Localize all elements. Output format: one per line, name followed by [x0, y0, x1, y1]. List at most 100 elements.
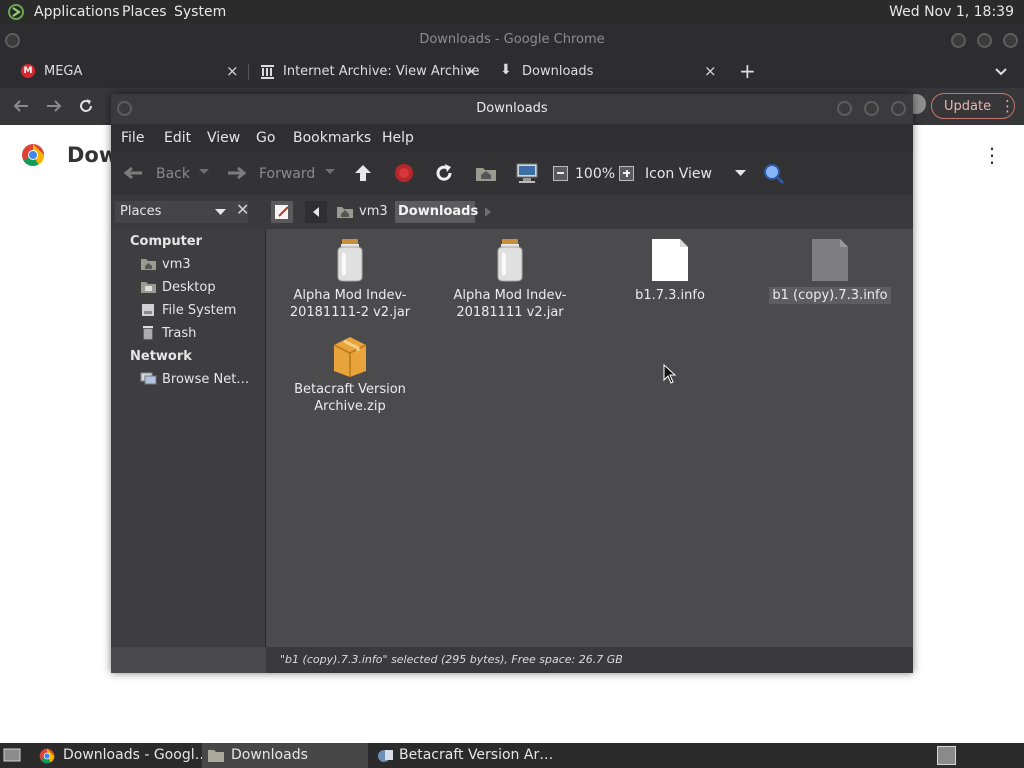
sidebar-header-computer: Computer: [130, 234, 203, 249]
page-menu-button[interactable]: ⋮: [982, 143, 1002, 167]
menu-bookmarks[interactable]: Bookmarks: [293, 130, 371, 146]
taskbar-item-label: Downloads: [231, 747, 308, 763]
tab-label: Downloads: [522, 64, 594, 79]
zoom-in-icon[interactable]: [619, 166, 634, 181]
breadcrumb-left-button[interactable]: [305, 201, 327, 223]
stop-icon[interactable]: [394, 163, 414, 183]
chevron-down-icon: [215, 209, 226, 216]
close-icon[interactable]: ×: [226, 62, 239, 80]
sidebar-item-label: File System: [162, 303, 237, 318]
file-name-line2: Archive.zip: [314, 399, 386, 414]
file-name: b1 (copy).7.3.info: [769, 287, 891, 304]
sidebar-item-vm3[interactable]: vm3: [111, 255, 265, 275]
applications-menu[interactable]: Applications: [34, 4, 120, 20]
breadcrumb-label: vm3: [359, 204, 388, 219]
sidebar-item-trash[interactable]: Trash: [111, 324, 265, 344]
edit-location-button[interactable]: [271, 201, 293, 223]
distro-logo-icon[interactable]: [6, 3, 26, 21]
file-item-info[interactable]: b1.7.3.info: [590, 237, 750, 304]
sidebar-places-select[interactable]: Places: [115, 201, 248, 223]
places-menu[interactable]: Places: [122, 4, 167, 20]
minimize-button[interactable]: [951, 33, 966, 48]
sidebar-item-desktop[interactable]: Desktop: [111, 278, 265, 298]
update-button[interactable]: Update ⋮: [931, 93, 1015, 119]
sidebar: Computer vm3 Desktop File System Trash N…: [111, 229, 266, 647]
tab-label: Internet Archive: View Archive: [283, 64, 480, 79]
search-icon[interactable]: [762, 162, 786, 186]
jar-file-icon: [330, 237, 370, 283]
file-name-line1: Alpha Mod Indev-: [293, 288, 407, 303]
file-manager-window: Downloads File Edit View Go Bookmarks He…: [111, 94, 913, 673]
breadcrumb-vm3[interactable]: vm3: [330, 201, 392, 223]
breadcrumb-downloads[interactable]: Downloads: [395, 201, 478, 223]
clock[interactable]: Wed Nov 1, 18:39: [889, 4, 1014, 20]
tab-downloads[interactable]: ⬇ Downloads ×: [490, 56, 722, 88]
top-panel: Applications Places System Wed Nov 1, 18…: [0, 0, 1024, 24]
taskbar-item-chrome[interactable]: Downloads - Googl…: [33, 743, 209, 768]
archive-manager-icon: [376, 747, 394, 764]
file-item-jar[interactable]: Alpha Mod Indev- 20181111 v2.jar: [430, 237, 590, 321]
sidebar-item-label: Trash: [162, 326, 197, 341]
menu-view[interactable]: View: [207, 130, 240, 146]
menu-go[interactable]: Go: [256, 130, 275, 146]
forward-button[interactable]: Forward: [259, 166, 315, 182]
file-view: Alpha Mod Indev- 20181111-2 v2.jar Alpha…: [266, 229, 913, 647]
maximize-button[interactable]: [977, 33, 992, 48]
workspace-switcher[interactable]: [937, 746, 956, 765]
menu-file[interactable]: File: [121, 130, 144, 146]
back-arrow-icon[interactable]: [122, 164, 144, 182]
taskbar-item-downloads-folder[interactable]: Downloads: [202, 743, 368, 768]
file-item-jar[interactable]: Alpha Mod Indev- 20181111-2 v2.jar: [270, 237, 430, 321]
menu-help[interactable]: Help: [382, 130, 414, 146]
sidebar-item-browse-network[interactable]: Browse Net…: [111, 370, 265, 390]
sidebar-item-file-system[interactable]: File System: [111, 301, 265, 321]
view-mode-select[interactable]: Icon View: [645, 166, 712, 182]
update-label: Update: [944, 99, 992, 114]
back-dropdown-icon[interactable]: [199, 168, 209, 176]
close-sidebar-button[interactable]: ✕: [236, 200, 249, 219]
taskbar-item-label: Betacraft Version Ar…: [399, 747, 554, 763]
breadcrumb-right-button[interactable]: [481, 201, 495, 223]
file-item-info-selected[interactable]: b1 (copy).7.3.info: [750, 237, 910, 304]
computer-icon[interactable]: [515, 162, 539, 184]
download-icon: ⬇: [500, 62, 512, 78]
archive-box-icon: [330, 331, 370, 377]
minimize-button[interactable]: [837, 101, 852, 116]
taskbar-item-label: Downloads - Googl…: [63, 747, 209, 763]
close-icon[interactable]: ×: [704, 62, 717, 80]
tab-search-icon[interactable]: [994, 64, 1008, 78]
reload-icon[interactable]: [434, 163, 454, 183]
file-name-line2: 20181111-2 v2.jar: [289, 305, 411, 320]
forward-arrow-icon[interactable]: [226, 164, 248, 182]
chrome-titlebar[interactable]: Downloads - Google Chrome: [0, 24, 1024, 56]
text-file-icon: [650, 237, 690, 283]
taskbar: Downloads - Googl… Downloads Betacraft V…: [0, 743, 1024, 768]
show-desktop-icon[interactable]: [3, 747, 21, 763]
view-mode-dropdown-icon[interactable]: [735, 170, 746, 177]
menu-edit[interactable]: Edit: [164, 130, 191, 146]
menu-bar: File Edit View Go Bookmarks Help: [111, 124, 913, 152]
close-window-button[interactable]: [1003, 33, 1018, 48]
taskbar-item-betacraft[interactable]: Betacraft Version Ar…: [372, 743, 553, 768]
tab-mega[interactable]: M MEGA ×: [10, 56, 245, 88]
home-folder-icon[interactable]: [475, 164, 497, 182]
reload-icon[interactable]: [77, 97, 95, 115]
back-arrow-icon[interactable]: [12, 97, 30, 115]
back-button[interactable]: Back: [156, 166, 190, 182]
tab-internet-archive[interactable]: Internet Archive: View Archive ×: [250, 56, 488, 88]
file-item-zip[interactable]: Betacraft Version Archive.zip: [270, 331, 430, 415]
forward-arrow-icon[interactable]: [45, 97, 63, 115]
file-manager-titlebar[interactable]: Downloads: [111, 94, 913, 124]
new-tab-button[interactable]: +: [739, 59, 756, 83]
forward-dropdown-icon[interactable]: [325, 168, 335, 176]
file-name-line1: Betacraft Version: [294, 382, 406, 397]
maximize-button[interactable]: [864, 101, 879, 116]
system-menu[interactable]: System: [174, 4, 226, 20]
close-icon[interactable]: ×: [465, 62, 478, 80]
sidebar-item-label: vm3: [162, 257, 191, 272]
up-arrow-icon[interactable]: [353, 163, 373, 183]
zoom-out-icon[interactable]: [553, 166, 568, 181]
file-name: b1.7.3.info: [635, 288, 705, 303]
close-window-button[interactable]: [891, 101, 906, 116]
trash-icon: [140, 325, 156, 340]
